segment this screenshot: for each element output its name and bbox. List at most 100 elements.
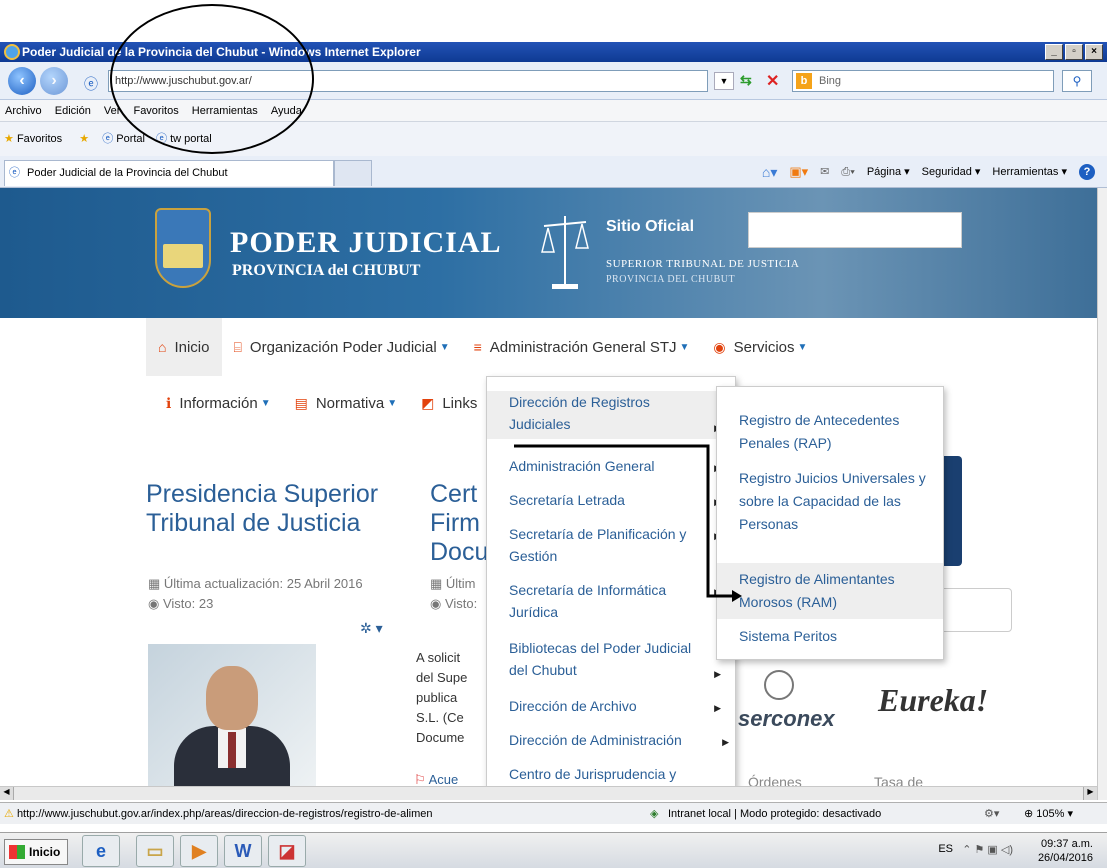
taskbar-media-icon[interactable]: ▶ — [180, 835, 218, 867]
site-title[interactable]: PODER JUDICIAL — [230, 226, 502, 260]
horizontal-scrollbar[interactable]: ◀ ▶ — [0, 786, 1097, 800]
menu-item-bibliotecas[interactable]: Bibliotecas del Poder Judicial del Chubu… — [487, 637, 735, 681]
close-button[interactable]: × — [1085, 44, 1103, 60]
scroll-left-icon[interactable]: ◀ — [0, 787, 14, 800]
menu-ayuda[interactable]: Ayuda — [271, 105, 302, 117]
nav-inicio[interactable]: ⌂ Inicio — [146, 318, 222, 376]
language-indicator[interactable]: ES — [938, 843, 953, 855]
rss-icon[interactable]: ▣▾ — [789, 156, 808, 188]
home-icon[interactable]: ⌂▾ — [762, 156, 777, 188]
nav-informacion[interactable]: ℹ Información ▼ — [166, 395, 295, 412]
print-icon[interactable]: ⎙▾ — [841, 156, 854, 188]
clock[interactable]: 09:37 a.m. 26/04/2016 — [1038, 837, 1093, 865]
window-controls: _ ▫ × — [1045, 44, 1103, 60]
taskbar-explorer-icon[interactable]: ▭ — [136, 835, 174, 867]
new-tab-button[interactable] — [334, 160, 372, 186]
favorite-tw-portal[interactable]: tw portal — [170, 133, 212, 145]
stj-sublabel: PROVINCIA DEL CHUBUT — [606, 274, 736, 285]
refresh-icon[interactable]: ⇆ — [740, 72, 760, 90]
secondary-nav: ℹ Información ▼ ▤ Normativa ▼ ◩ Links — [166, 376, 501, 430]
pdf-link[interactable]: ⚐ Acue — [414, 772, 458, 786]
eureka-logo[interactable]: Eureka! — [878, 682, 988, 719]
photo-tie — [228, 732, 236, 768]
submenu-item-juicios[interactable]: Registro Juicios Universales y sobre la … — [717, 467, 943, 536]
calendar-icon: ▦ — [148, 576, 164, 591]
site-search-input[interactable] — [748, 212, 962, 248]
address-dropdown-icon[interactable]: ▼ — [714, 72, 734, 90]
favorite-portal[interactable]: Portal — [116, 133, 145, 145]
menu-item-direccion-registros[interactable]: Dirección de Registros Judiciales▶ — [487, 391, 735, 439]
tab-active[interactable]: ⓔ Poder Judicial de la Provincia del Chu… — [4, 160, 334, 186]
status-zone: Intranet local | Modo protegido: desacti… — [668, 808, 882, 820]
cmd-pagina[interactable]: Página ▾ — [867, 156, 910, 188]
side-input[interactable] — [938, 588, 1012, 632]
dropdown-registros: Registro de Antecedentes Penales (RAP) R… — [716, 386, 944, 660]
stop-icon[interactable]: ✕ — [766, 71, 786, 90]
menu-item-jurisprudencia[interactable]: Centro de Jurisprudencia y — [487, 763, 735, 785]
address-bar[interactable]: http://www.juschubut.gov.ar/ — [108, 70, 708, 92]
favorites-button[interactable]: Favoritos — [17, 133, 62, 145]
scroll-right-icon[interactable]: ▶ — [1083, 787, 1097, 800]
cmd-herramientas[interactable]: Herramientas ▾ — [992, 156, 1067, 188]
submenu-item-ram[interactable]: Registro de Alimentantes Morosos (RAM) — [717, 563, 943, 619]
submenu-item-label: Registro de Alimentantes Morosos (RAM) — [739, 571, 895, 610]
article-updated: ▦ Última actualización: 25 Abril 2016 — [148, 576, 363, 591]
zoom-level[interactable]: ⊕ 105% ▾ — [1024, 803, 1073, 825]
menu-item-informatica[interactable]: Secretaría de Informática Jurídica▶ — [487, 579, 735, 623]
nav-administracion[interactable]: ≡ Administración General STJ ▼ — [462, 318, 702, 376]
nav-servicios[interactable]: ◉ Servicios ▼ — [701, 318, 819, 376]
menu-item-label: Secretaría de Planificación y Gestión — [509, 526, 687, 564]
nav-normativa[interactable]: ▤ Normativa ▼ — [295, 395, 422, 412]
minimize-button[interactable]: _ — [1045, 44, 1063, 60]
add-favorite-icon[interactable]: ★ — [79, 133, 89, 145]
article2-views: ◉ Visto: — [430, 596, 478, 611]
back-button[interactable]: ‹ — [8, 67, 36, 95]
submenu-item-rap[interactable]: Registro de Antecedentes Penales (RAP) — [717, 409, 943, 455]
taskbar-word-icon[interactable]: W — [224, 835, 262, 867]
tasa-logo[interactable]: Tasa de — [874, 774, 923, 786]
search-icon[interactable]: ⚲ — [1062, 70, 1092, 92]
maximize-button[interactable]: ▫ — [1065, 44, 1083, 60]
serconex-logo[interactable]: serconex — [738, 706, 835, 732]
menu-item-secretaria-letrada[interactable]: Secretaría Letrada▶ — [487, 489, 735, 511]
help-icon[interactable]: ? — [1079, 164, 1095, 180]
clock-time: 09:37 a.m. — [1041, 838, 1093, 850]
gear-icon[interactable]: ✲ ▾ — [360, 620, 383, 637]
menu-archivo[interactable]: Archivo — [5, 105, 42, 117]
taskbar-app-icon[interactable]: ◪ — [268, 835, 306, 867]
forward-button[interactable]: › — [40, 67, 68, 95]
search-input[interactable]: Bing — [792, 70, 1054, 92]
submenu-item-peritos[interactable]: Sistema Peritos — [717, 625, 943, 648]
ordenes-logo[interactable]: Órdenes — [748, 774, 802, 786]
article2-line: A solicit — [416, 650, 461, 665]
menu-ver[interactable]: Ver — [104, 105, 121, 117]
start-label: Inicio — [29, 845, 61, 859]
nav-organizacion[interactable]: ⌸ Organización Poder Judicial ▼ — [222, 318, 462, 376]
menu-item-administracion[interactable]: Dirección de Administración ▶ — [487, 729, 735, 751]
status-url: http://www.juschubut.gov.ar/index.php/ar… — [16, 808, 433, 820]
menu-item-archivo[interactable]: Dirección de Archivo ▶ — [487, 695, 735, 717]
menu-item-planificacion[interactable]: Secretaría de Planificación y Gestión▶ — [487, 523, 735, 567]
article2-title[interactable]: Cert Firm Docu — [430, 480, 490, 567]
article-title[interactable]: Presidencia Superior Tribunal de Justici… — [146, 480, 386, 538]
nav-links-label: Links — [442, 394, 478, 412]
calendar-icon: ▦ — [430, 576, 446, 591]
mail-icon[interactable]: ✉ — [820, 156, 829, 188]
vertical-scrollbar[interactable] — [1097, 188, 1107, 800]
menu-item-admin-general[interactable]: Administración General▶ — [487, 455, 735, 477]
menu-item-label: Secretaría Letrada — [509, 492, 625, 508]
menu-edicion[interactable]: Edición — [55, 105, 91, 117]
page-icon: ⓔ — [84, 76, 98, 92]
taskbar: Inicio e ▭ ▶ W ◪ ES ⌃ ⚑ ▣ ◁) 09:37 a.m. … — [0, 832, 1107, 868]
window-title: Poder Judicial de la Provincia del Chubu… — [22, 45, 421, 59]
cmd-seguridad[interactable]: Seguridad ▾ — [922, 156, 981, 188]
protected-mode-icon[interactable]: ⚙▾ — [984, 803, 999, 825]
menu-favoritos[interactable]: Favoritos — [133, 105, 178, 117]
start-button[interactable]: Inicio — [4, 839, 68, 865]
chevron-right-icon: ▶ — [714, 669, 721, 679]
browser-navbar: ‹ › ⓔ http://www.juschubut.gov.ar/ ▼ ⇆ ✕… — [0, 62, 1107, 100]
tray-icons[interactable]: ⌃ ⚑ ▣ ◁) — [962, 843, 1013, 856]
taskbar-ie-icon[interactable]: e — [82, 835, 120, 867]
menu-herramientas[interactable]: Herramientas — [192, 105, 258, 117]
main-nav: ⌂ Inicio ⌸ Organización Poder Judicial ▼ ≡ A… — [146, 318, 819, 376]
